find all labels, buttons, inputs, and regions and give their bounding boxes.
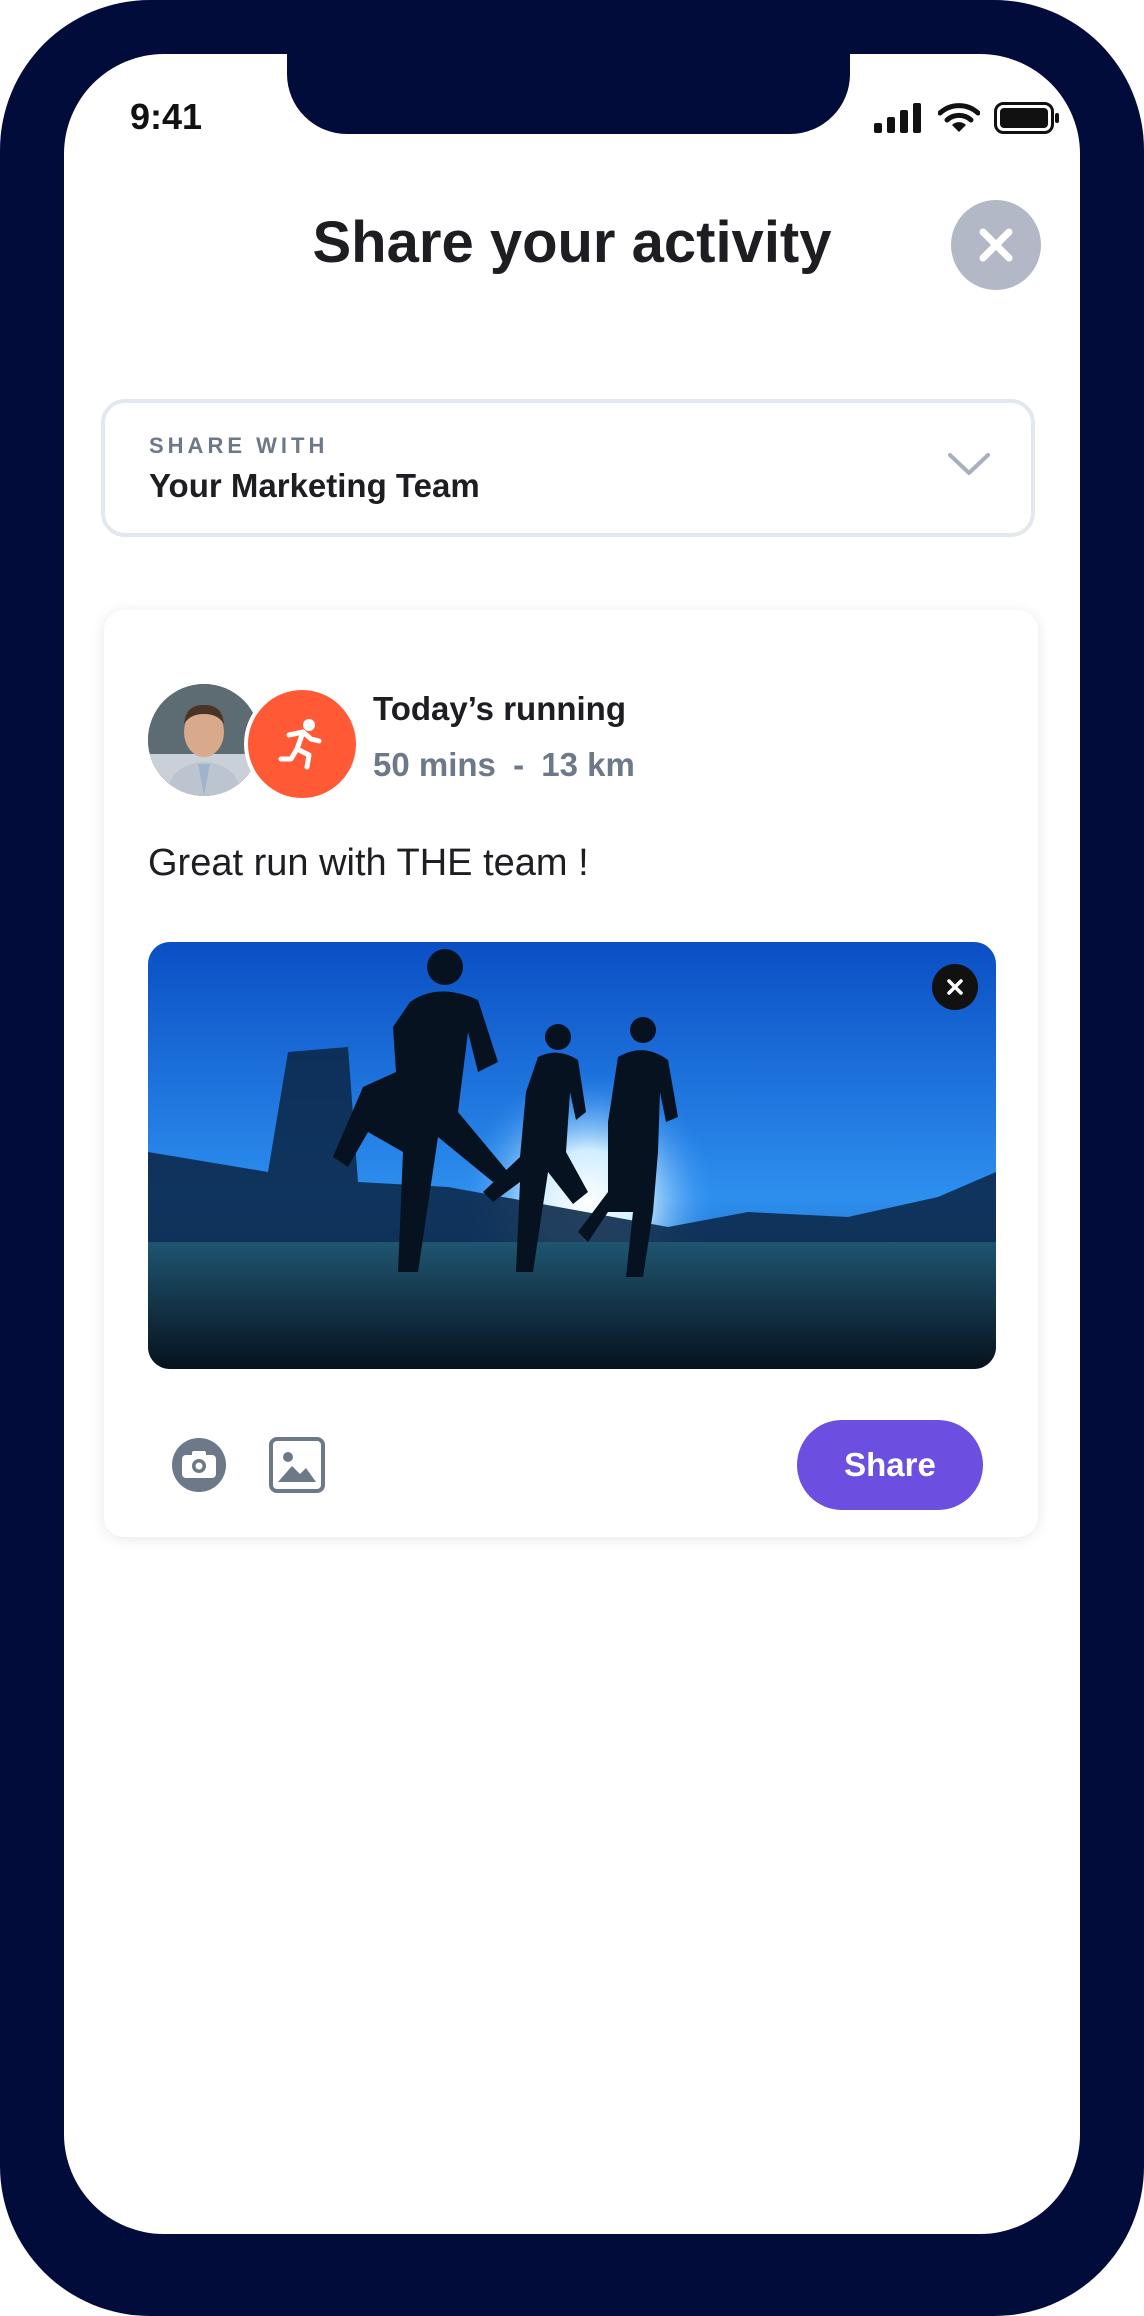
battery-icon <box>994 102 1059 134</box>
page-title: Share your activity <box>312 210 832 275</box>
share-with-dropdown[interactable]: SHARE WITH Your Marketing Team <box>101 399 1035 537</box>
gallery-button[interactable] <box>268 1436 326 1499</box>
activity-distance: 13 km <box>541 746 635 783</box>
app-screen: 9:41 Share your activity SHARE WITH Your… <box>64 54 1080 2234</box>
camera-button[interactable] <box>170 1438 228 1497</box>
wifi-icon <box>938 103 980 132</box>
share-with-label: SHARE WITH <box>149 433 329 458</box>
activity-duration: 50 mins <box>373 746 496 783</box>
status-icons <box>874 102 1060 134</box>
activity-title: Today’s running <box>373 690 626 727</box>
chevron-down-icon <box>948 453 990 475</box>
close-button[interactable] <box>951 200 1041 290</box>
activity-separator: - <box>513 746 525 783</box>
close-icon <box>947 979 963 995</box>
activity-card: Today’s running 50 mins - 13 km Great ru… <box>104 610 1038 1537</box>
share-with-value: Your Marketing Team <box>149 467 480 504</box>
share-button[interactable]: Share <box>797 1420 983 1510</box>
close-icon <box>979 228 1013 262</box>
activity-stats: 50 mins - 13 km <box>373 746 635 784</box>
phone-frame: 9:41 Share your activity SHARE WITH Your… <box>0 0 1144 2316</box>
remove-photo-button[interactable] <box>932 964 978 1010</box>
activity-type-badge <box>244 686 360 802</box>
signal-icon <box>874 103 921 133</box>
status-time: 9:41 <box>130 96 203 137</box>
notch <box>287 54 850 134</box>
image-icon <box>269 1437 325 1493</box>
running-icon <box>278 719 322 770</box>
post-text[interactable]: Great run with THE team ! <box>148 842 589 885</box>
attached-photo <box>148 942 996 1369</box>
camera-icon <box>172 1438 226 1492</box>
